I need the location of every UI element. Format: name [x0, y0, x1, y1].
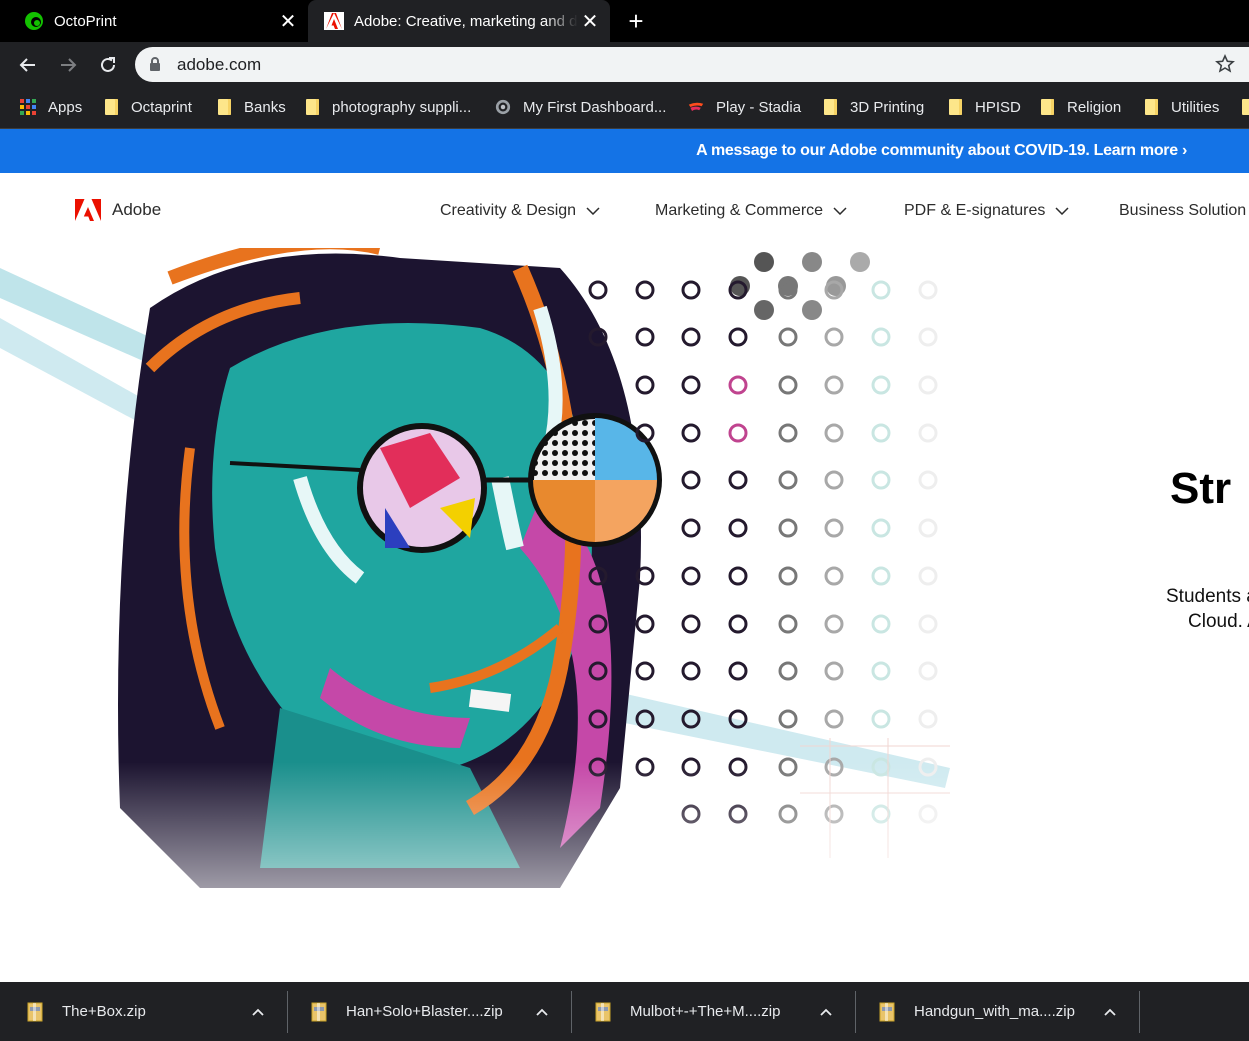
chevron-up-icon[interactable] [246, 1008, 270, 1016]
bookmark-banks[interactable]: Banks [216, 96, 286, 118]
nav-label: Business Solution [1119, 202, 1247, 219]
bookmark-label: Octaprint [131, 98, 192, 116]
download-filename: Han+Solo+Blaster....zip [346, 1003, 503, 1020]
adobe-logo-icon [75, 199, 101, 221]
chevron-down-icon [1055, 202, 1069, 220]
downloads-bar: The+Box.zip Han+Solo+Blaster....zip Mulb… [0, 982, 1249, 1041]
chevron-up-icon[interactable] [530, 1008, 554, 1016]
bookmarks-bar: Apps Octaprint Banks photography suppli.… [0, 88, 1249, 129]
folder-icon [103, 99, 119, 115]
bookmark-3d-printing[interactable]: 3D Printing [822, 96, 924, 118]
tab-title: Adobe: Creative, marketing and document … [354, 12, 578, 30]
tab-strip: OctoPrint ✕ Adobe: Creative, marketing a… [0, 0, 1249, 42]
chevron-down-icon [586, 202, 600, 220]
nav-label: PDF & E-signatures [904, 202, 1046, 219]
adobe-site-nav: Adobe Creativity & Design Marketing & Co… [0, 173, 1249, 248]
folder-icon [1039, 99, 1055, 115]
reload-icon [101, 57, 115, 72]
hero-subtitle-line2: Cloud. A [1188, 611, 1249, 632]
back-button[interactable] [14, 51, 42, 79]
chevron-up-icon[interactable] [1098, 1008, 1122, 1016]
folder-icon [304, 99, 320, 115]
bookmark-star-icon[interactable] [1215, 54, 1235, 79]
bookmark-photography[interactable]: photography suppli... [304, 96, 471, 118]
octoprint-icon [24, 11, 44, 31]
bookmark-label: Play - Stadia [716, 98, 802, 116]
back-arrow-icon [19, 58, 35, 72]
bookmark-label: Utilities [1171, 98, 1220, 116]
folder-icon [822, 99, 838, 115]
hero-title: Str [1170, 464, 1232, 513]
folder-icon [216, 99, 232, 115]
zip-file-icon [878, 1001, 898, 1023]
download-filename: Handgun_with_ma....zip [914, 1003, 1075, 1020]
adobe-logo[interactable]: Adobe [75, 199, 161, 221]
nav-creativity-design[interactable]: Creativity & Design [440, 202, 600, 220]
bookmark-label: photography suppli... [332, 98, 472, 116]
bookmark-label: Religion [1067, 98, 1122, 116]
covid-banner: A message to our Adobe community about C… [0, 129, 1249, 173]
tab-adobe[interactable]: Adobe: Creative, marketing and document … [308, 0, 610, 42]
bookmark-octaprint[interactable]: Octaprint [103, 96, 192, 118]
url-text: adobe.com [177, 55, 262, 74]
zip-file-icon [26, 1001, 46, 1023]
download-filename: Mulbot+-+The+M....zip [630, 1003, 781, 1020]
bookmark-label: Banks [244, 98, 286, 116]
download-item[interactable]: Handgun_with_ma....zip [852, 982, 1122, 1041]
bookmark-label: HPISD [975, 98, 1021, 116]
download-item[interactable]: Han+Solo+Blaster....zip [284, 982, 554, 1041]
apps-grid-icon [20, 99, 36, 115]
stadia-icon [688, 99, 704, 115]
bookmark-dashboard[interactable]: My First Dashboard... [495, 96, 666, 118]
bookmark-stadia[interactable]: Play - Stadia [688, 96, 801, 118]
zip-file-icon [594, 1001, 614, 1023]
forward-arrow-icon [61, 58, 77, 72]
zip-file-icon [310, 1001, 330, 1023]
tab-octoprint[interactable]: OctoPrint ✕ [0, 0, 308, 42]
close-icon[interactable]: ✕ [276, 9, 300, 33]
forward-button[interactable] [54, 51, 82, 79]
chevron-down-icon [833, 202, 847, 220]
nav-label: Marketing & Commerce [655, 202, 824, 219]
reload-button[interactable] [94, 51, 122, 79]
browser-toolbar: adobe.com [0, 42, 1249, 88]
close-icon[interactable]: ✕ [578, 9, 602, 33]
hero-subtitle-line1: Students a [1166, 586, 1249, 607]
bookmark-label: 3D Printing [850, 98, 925, 116]
adobe-icon [324, 11, 344, 31]
nav-marketing-commerce[interactable]: Marketing & Commerce [655, 202, 847, 220]
bookmark-hpisd[interactable]: HPISD [947, 96, 1021, 118]
bookmark-utilities[interactable]: Utilities [1143, 96, 1219, 118]
download-item[interactable]: Mulbot+-+The+M....zip [568, 982, 838, 1041]
brand-name: Adobe [112, 200, 162, 219]
nav-business-solutions[interactable]: Business Solution [1119, 202, 1246, 220]
folder-icon [947, 99, 963, 115]
chevron-up-icon[interactable] [814, 1008, 838, 1016]
dashboard-icon [495, 99, 511, 115]
hero-section: Str Students a Cloud. A [0, 248, 1249, 982]
new-tab-button[interactable]: + [622, 6, 650, 36]
bookmark-overflow[interactable] [1240, 96, 1249, 118]
covid-message-link[interactable]: A message to our Adobe community about C… [696, 142, 1187, 160]
nav-pdf-esignatures[interactable]: PDF & E-signatures [904, 202, 1069, 220]
address-bar[interactable]: adobe.com [135, 47, 1249, 82]
bookmark-apps[interactable]: Apps [20, 96, 82, 118]
download-filename: The+Box.zip [62, 1003, 146, 1020]
tab-title: OctoPrint [54, 12, 117, 30]
bookmark-label: My First Dashboard... [523, 98, 667, 116]
folder-icon [1143, 99, 1159, 115]
folder-icon [1240, 99, 1249, 115]
bookmark-religion[interactable]: Religion [1039, 96, 1121, 118]
download-item[interactable]: The+Box.zip [0, 982, 270, 1041]
divider [1139, 991, 1140, 1033]
nav-label: Creativity & Design [440, 202, 577, 219]
lock-icon [149, 57, 161, 76]
hero-illustration [0, 248, 960, 982]
bookmark-label: Apps [48, 98, 83, 116]
